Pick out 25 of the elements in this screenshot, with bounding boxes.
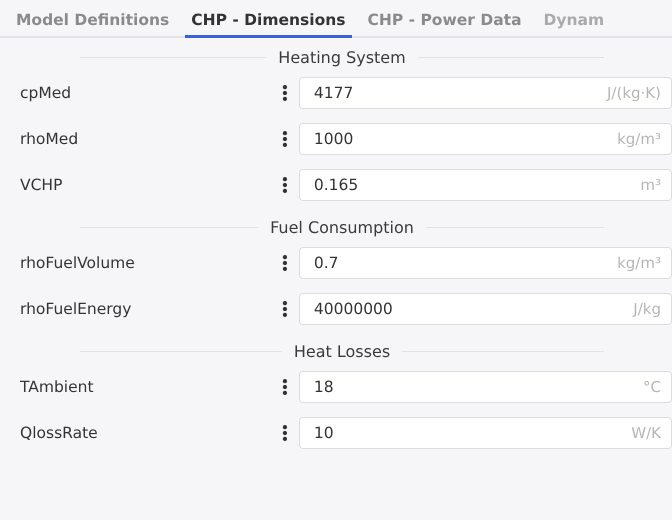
input-field[interactable]: 0.7 kg/m³: [298, 247, 672, 279]
more-icon[interactable]: [282, 176, 288, 194]
more-icon[interactable]: [282, 254, 288, 272]
parameter-label: QlossRate: [20, 424, 99, 442]
section-title: Heating System: [278, 48, 406, 66]
input-field[interactable]: 1000 kg/m³: [298, 123, 672, 155]
input-field[interactable]: 4177 J/(kg·K): [298, 77, 672, 109]
input-field[interactable]: 18 °C: [298, 371, 672, 403]
section-title: Heat Losses: [294, 342, 390, 360]
parameter-label: rhoMed: [20, 130, 80, 148]
input-field[interactable]: 0.165 m³: [298, 169, 672, 201]
tab[interactable]: CHP - Dimensions: [185, 0, 352, 38]
parameter-label: rhoFuelVolume: [20, 254, 136, 272]
input-field[interactable]: 40000000 J/kg: [298, 293, 672, 325]
parameter-label: rhoFuelEnergy: [20, 300, 132, 318]
more-icon[interactable]: [282, 424, 288, 442]
more-icon[interactable]: [282, 84, 288, 102]
more-icon[interactable]: [282, 300, 288, 318]
more-icon[interactable]: [282, 378, 288, 396]
more-icon[interactable]: [282, 130, 288, 148]
parameter-label: cpMed: [20, 84, 72, 102]
section-title: Fuel Consumption: [270, 218, 414, 236]
parameter-label: TAmbient: [20, 378, 95, 396]
parameter-label: VCHP: [20, 176, 64, 194]
input-field[interactable]: 10 W/K: [298, 417, 672, 449]
